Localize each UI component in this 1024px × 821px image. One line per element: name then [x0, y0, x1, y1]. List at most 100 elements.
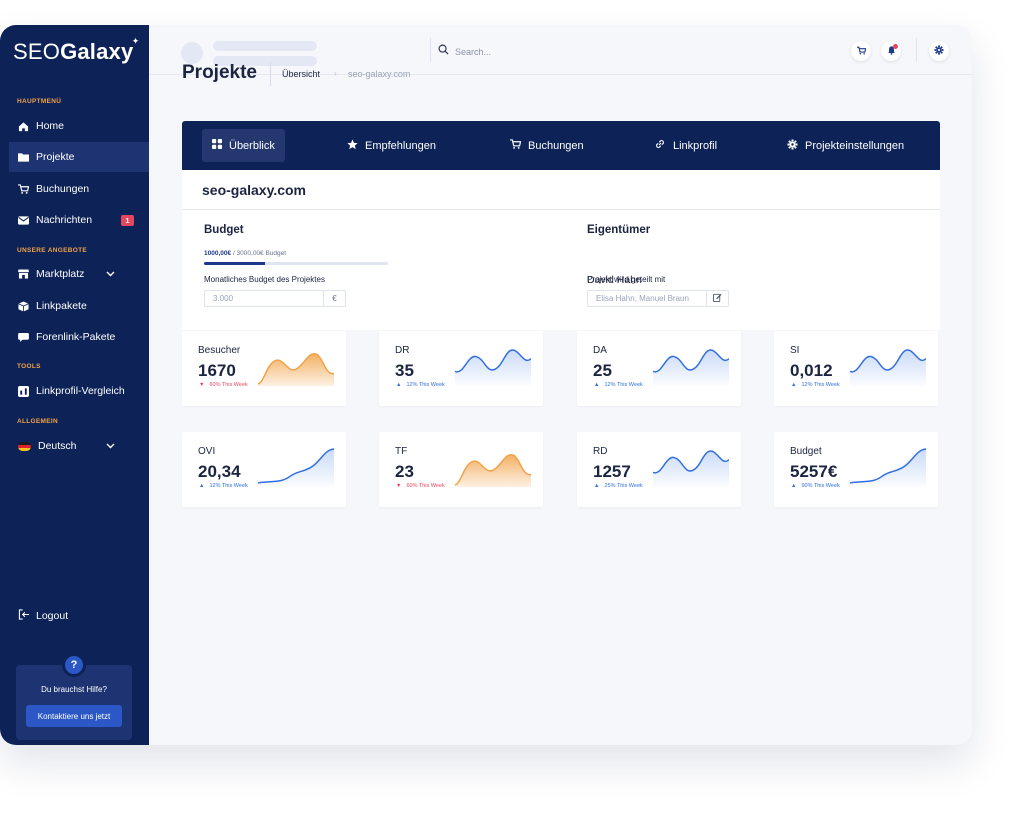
question-icon: ? — [62, 653, 86, 677]
stat-card-budget: Budget 5257€ ▲ 90% This Week — [774, 432, 938, 507]
sparkline-chart — [258, 448, 334, 488]
sparkline-chart — [850, 349, 926, 387]
search-icon[interactable] — [438, 44, 449, 58]
breadcrumb-current: seo-galaxy.com — [348, 69, 411, 79]
arrow-up-icon: ▲ — [396, 382, 402, 388]
logo[interactable]: SEOGalaxy ✦ — [13, 36, 139, 65]
arrow-up-icon: ▲ — [199, 483, 205, 489]
stat-value: 5257€ — [790, 462, 838, 481]
notification-badge: 1 — [121, 214, 134, 226]
shared-with-input[interactable]: Elisa Hahn, Manuel Braun — [587, 290, 707, 307]
section-label-tools: TOOLS — [17, 363, 41, 370]
arrow-up-icon: ▲ — [594, 382, 600, 388]
sidebar-item-nachrichten[interactable]: Nachrichten 1 — [9, 205, 149, 235]
sparkline-chart — [455, 453, 531, 488]
project-card: seo-galaxy.com Budget 1000,00€ / 3000,00… — [182, 170, 940, 330]
stat-value: 1670 — [198, 361, 236, 380]
stat-card-rd: RD 1257 ▲ 25% This Week — [577, 432, 741, 507]
stat-value: 0,012 — [790, 361, 833, 380]
link-icon — [654, 138, 666, 153]
budget-progress-bar — [204, 262, 388, 265]
stat-trend: ▼ 60% This Week — [199, 382, 248, 388]
cart-icon — [510, 139, 522, 152]
stat-value: 20,34 — [198, 462, 241, 481]
divider — [270, 62, 271, 86]
chevron-right-icon: › — [334, 69, 337, 78]
stat-value: 1257 — [593, 462, 631, 481]
sidebar-item-buchungen[interactable]: Buchungen — [9, 174, 149, 204]
language-selector[interactable]: Deutsch — [9, 431, 149, 461]
shared-with-label: Projekt wird geteilt mit — [587, 275, 666, 284]
project-name: seo-galaxy.com — [202, 182, 307, 198]
stat-label: Budget — [790, 446, 822, 457]
contact-button[interactable]: Kontaktiere uns jetzt — [26, 705, 122, 727]
section-label-main: HAUPTMENÜ — [17, 98, 62, 105]
logout-button[interactable]: Logout — [18, 609, 68, 623]
sparkline-chart — [258, 352, 334, 387]
stat-label: TF — [395, 446, 408, 457]
tab-buchungen[interactable]: Buchungen — [500, 129, 594, 162]
sidebar-item-linkpakete[interactable]: Linkpakete — [9, 291, 149, 321]
stat-trend: ▼ 60% This Week — [396, 483, 445, 489]
stat-card-da: DA 25 ▲ 12% This Week — [577, 331, 741, 406]
mail-icon — [18, 215, 29, 226]
owner-title: Eigentümer — [587, 224, 651, 236]
chat-icon — [18, 332, 29, 343]
budget-usage: 1000,00€ / 3000,00€ Budget — [204, 250, 287, 257]
package-icon — [18, 300, 29, 312]
page-title: Projekte — [182, 62, 257, 83]
cart-button[interactable] — [851, 41, 871, 61]
compare-icon — [18, 385, 29, 397]
sidebar: SEOGalaxy ✦ HAUPTMENÜ Home Projekte Buch… — [0, 25, 149, 745]
budget-title: Budget — [204, 224, 244, 236]
arrow-up-icon: ▲ — [594, 483, 600, 489]
stat-value: 23 — [395, 462, 414, 481]
stat-trend: ▲ 25% This Week — [594, 483, 643, 489]
store-icon — [18, 269, 29, 280]
sidebar-item-linkprofil-vergleich[interactable]: Linkprofil-Vergleich — [9, 376, 149, 406]
stat-value: 35 — [395, 361, 414, 380]
section-label-offers: UNSERE ANGEBOTE — [17, 247, 87, 254]
currency-addon: € — [323, 290, 346, 307]
sidebar-item-forenlink-pakete[interactable]: Forenlink-Pakete — [9, 322, 149, 352]
home-icon — [18, 121, 29, 132]
cart-icon — [856, 46, 866, 57]
top-bar — [149, 25, 972, 75]
notifications-button[interactable] — [881, 41, 901, 61]
settings-button[interactable] — [929, 41, 949, 61]
stat-label: RD — [593, 446, 608, 457]
monthly-budget-input[interactable]: 3.000 — [204, 290, 324, 307]
tab-projekteinstellungen[interactable]: Projekteinstellungen — [777, 129, 914, 162]
stat-label: SI — [790, 345, 800, 356]
project-tabs: Überblick Empfehlungen Buchungen Linkpro… — [182, 121, 940, 170]
stat-label: DA — [593, 345, 607, 356]
arrow-down-icon: ▼ — [199, 382, 205, 388]
search-input[interactable] — [455, 44, 635, 60]
tab-ueberblick[interactable]: Überblick — [202, 129, 285, 162]
sparkline-chart — [455, 349, 531, 387]
sparkline-chart — [653, 349, 729, 387]
sidebar-item-home[interactable]: Home — [9, 111, 149, 141]
grid-icon — [212, 139, 222, 152]
breadcrumb-overview[interactable]: Übersicht — [282, 69, 320, 79]
section-label-general: ALLGEMEIN — [17, 418, 58, 425]
edit-share-button[interactable] — [706, 290, 729, 307]
star-icon — [347, 138, 358, 153]
tab-empfehlungen[interactable]: Empfehlungen — [337, 129, 446, 162]
tab-linkprofil[interactable]: Linkprofil — [644, 129, 727, 162]
stat-trend: ▲ 12% This Week — [791, 382, 840, 388]
chevron-down-icon — [106, 441, 115, 451]
arrow-down-icon: ▼ — [396, 483, 402, 489]
stat-card-tf: TF 23 ▼ 60% This Week — [379, 432, 543, 507]
divider — [916, 38, 917, 62]
text-placeholder — [213, 41, 317, 51]
edit-icon — [713, 293, 722, 304]
sidebar-item-marktplatz[interactable]: Marktplatz — [9, 259, 149, 289]
monthly-budget-label: Monatliches Budget des Projektes — [204, 275, 325, 284]
sidebar-item-projekte[interactable]: Projekte — [9, 142, 149, 172]
avatar-placeholder — [181, 42, 203, 64]
stat-card-besucher: Besucher 1670 ▼ 60% This Week — [182, 331, 346, 406]
gear-icon — [787, 138, 798, 153]
stat-label: DR — [395, 345, 410, 356]
stat-trend: ▲ 12% This Week — [396, 382, 445, 388]
